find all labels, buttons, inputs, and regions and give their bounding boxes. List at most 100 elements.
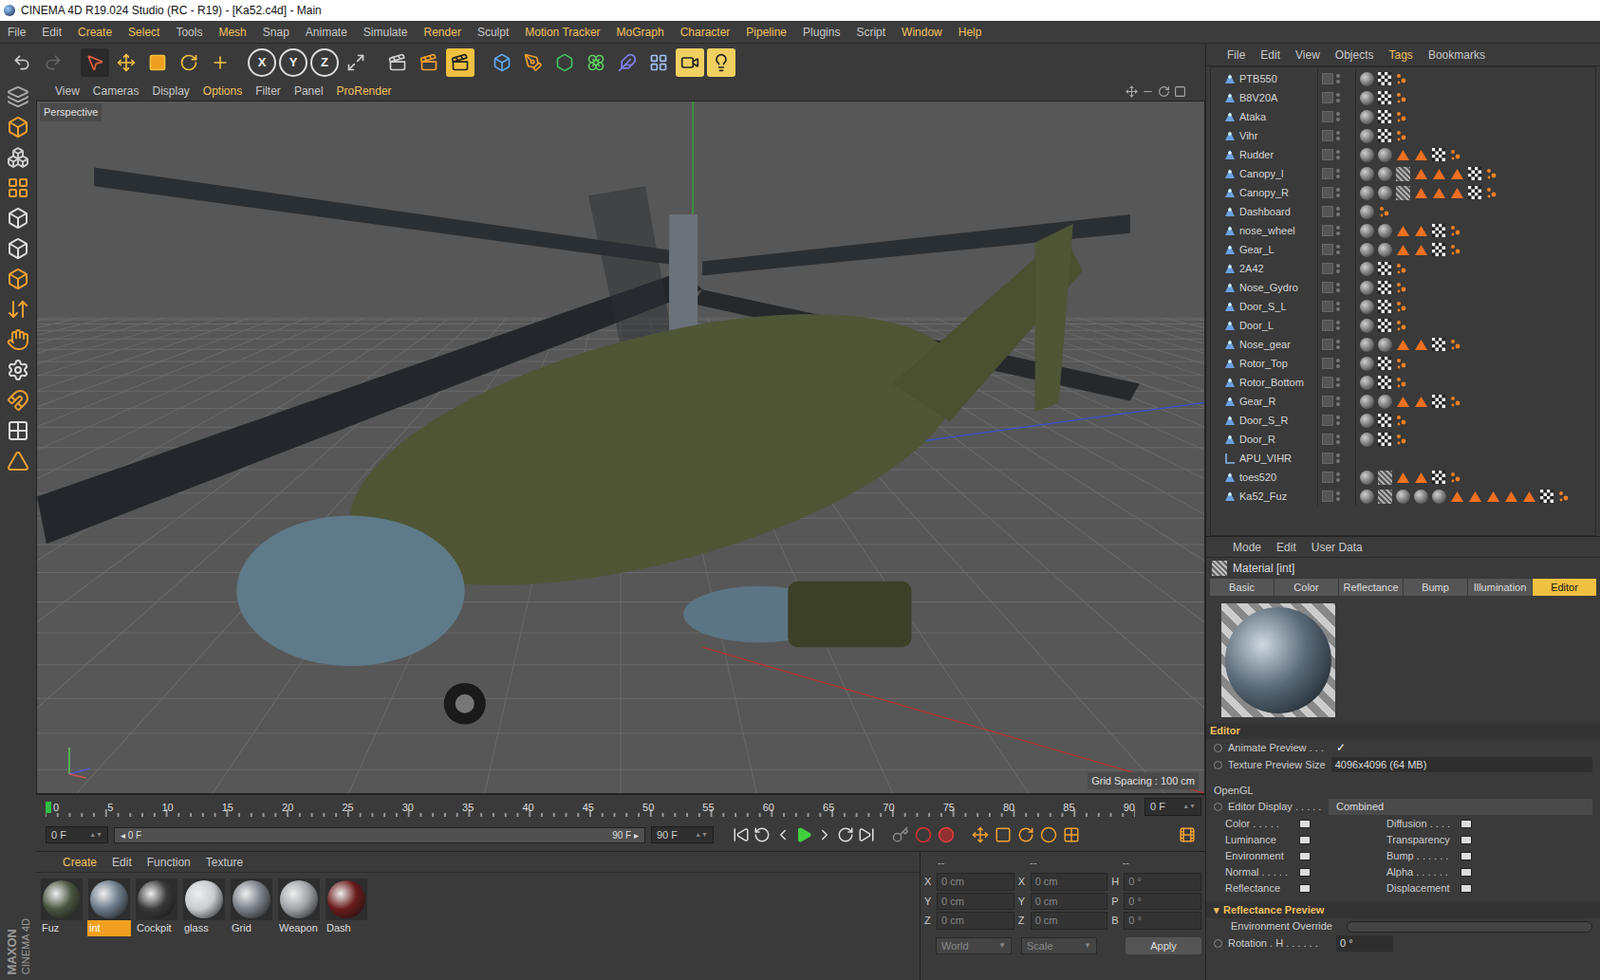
link-field[interactable] bbox=[1346, 921, 1593, 933]
editor-visibility-icon[interactable] bbox=[1336, 206, 1340, 211]
checker-tag-icon[interactable] bbox=[1432, 337, 1446, 352]
texture-size-dropdown[interactable]: 4096x4096 (64 MB) bbox=[1331, 757, 1593, 774]
render-visibility-icon[interactable] bbox=[1336, 402, 1340, 407]
checker-tag-icon[interactable] bbox=[1468, 167, 1482, 181]
material-tag-icon[interactable] bbox=[1377, 186, 1393, 201]
object-row[interactable]: Door_R bbox=[1210, 429, 1596, 449]
phong-tag-icon[interactable] bbox=[1557, 489, 1571, 503]
tab[interactable]: Basic bbox=[1209, 578, 1274, 596]
object-row[interactable]: 2A42 bbox=[1210, 259, 1596, 279]
editor-visibility-icon[interactable] bbox=[1336, 168, 1340, 173]
phong-tag-icon[interactable] bbox=[1395, 280, 1409, 295]
cube-button[interactable] bbox=[487, 48, 517, 77]
phong-tag-icon[interactable] bbox=[1449, 470, 1463, 484]
checker-tag-icon[interactable] bbox=[1432, 470, 1446, 484]
editor-visibility-icon[interactable] bbox=[1336, 472, 1340, 477]
menu-item[interactable]: Plugins bbox=[802, 23, 840, 41]
coordinate-field[interactable]: 0 ° bbox=[1123, 873, 1202, 892]
editor-visibility-icon[interactable] bbox=[1336, 377, 1340, 382]
material-preview[interactable] bbox=[1221, 603, 1336, 718]
menu-item[interactable]: Snap bbox=[262, 23, 290, 41]
texture-tag-icon[interactable] bbox=[1377, 470, 1393, 485]
channel-toggle-icon[interactable] bbox=[1460, 868, 1472, 877]
menu-item[interactable]: Tags bbox=[1389, 46, 1414, 64]
menu-item[interactable]: Pipeline bbox=[745, 23, 787, 41]
editor-visibility-icon[interactable] bbox=[1336, 453, 1340, 458]
checker-tag-icon[interactable] bbox=[1377, 91, 1392, 105]
model-mode-icon[interactable] bbox=[6, 115, 30, 139]
record-icon[interactable] bbox=[914, 826, 932, 844]
checker-tag-icon[interactable] bbox=[1377, 375, 1392, 390]
menu-item[interactable]: Select bbox=[128, 23, 160, 41]
uvw-tag-icon[interactable] bbox=[1450, 167, 1465, 182]
channel-toggle-icon[interactable] bbox=[1460, 852, 1472, 861]
material-tag-icon[interactable] bbox=[1359, 91, 1375, 106]
axis-lock-button[interactable]: Z bbox=[310, 48, 339, 77]
editor-visibility-icon[interactable] bbox=[1336, 339, 1340, 344]
checker-tag-icon[interactable] bbox=[1432, 242, 1446, 257]
menu-item[interactable]: Edit bbox=[1276, 539, 1297, 557]
planar-workplane-icon[interactable] bbox=[6, 449, 30, 473]
editor-visibility-icon[interactable] bbox=[1336, 320, 1340, 325]
playhead[interactable] bbox=[45, 801, 52, 814]
menu-item[interactable]: Help bbox=[958, 23, 983, 41]
layer-icon[interactable] bbox=[1321, 357, 1334, 370]
render-visibility-icon[interactable] bbox=[1336, 345, 1340, 350]
previous-key-icon[interactable] bbox=[753, 826, 771, 844]
menu-item[interactable]: Create bbox=[62, 854, 97, 872]
deformer-button[interactable] bbox=[613, 48, 642, 77]
orbit-view-icon[interactable] bbox=[1157, 85, 1171, 98]
layer-icon[interactable] bbox=[1321, 148, 1334, 161]
menu-item[interactable]: Function bbox=[147, 854, 191, 872]
layer-icon[interactable] bbox=[1321, 433, 1334, 446]
object-row[interactable]: Canopy_R bbox=[1210, 183, 1596, 203]
menu-item[interactable]: Simulate bbox=[363, 23, 409, 41]
uvw-tag-icon[interactable] bbox=[1413, 148, 1429, 163]
checker-tag-icon[interactable] bbox=[1432, 394, 1446, 409]
material-tag-icon[interactable] bbox=[1359, 356, 1375, 372]
material-tag-icon[interactable] bbox=[1359, 223, 1375, 239]
material-tag-icon[interactable] bbox=[1359, 489, 1375, 504]
material-tag-icon[interactable] bbox=[1377, 167, 1393, 182]
scale-tool-button[interactable] bbox=[143, 48, 172, 77]
channel-toggle-icon[interactable] bbox=[1299, 836, 1311, 845]
checker-tag-icon[interactable] bbox=[1377, 72, 1392, 86]
material-swatch[interactable]: Fuz bbox=[39, 878, 84, 937]
apply-button[interactable]: Apply bbox=[1125, 937, 1202, 955]
render-visibility-icon[interactable] bbox=[1336, 174, 1340, 179]
undo-button[interactable] bbox=[7, 48, 37, 77]
material-tag-icon[interactable] bbox=[1359, 337, 1375, 353]
axis-lock-button[interactable]: X bbox=[247, 48, 277, 77]
object-row[interactable]: Door_L bbox=[1210, 316, 1596, 335]
dropdown[interactable]: Scale▼ bbox=[1021, 937, 1098, 956]
phong-tag-icon[interactable] bbox=[1485, 167, 1499, 181]
editor-visibility-icon[interactable] bbox=[1336, 396, 1340, 401]
channel-toggle-icon[interactable] bbox=[1299, 884, 1311, 894]
key-pla-icon[interactable] bbox=[1062, 826, 1080, 844]
phong-tag-icon[interactable] bbox=[1395, 299, 1409, 314]
menu-item[interactable]: Sculpt bbox=[477, 23, 509, 41]
timeline-ruler[interactable]: 0510152025303540455055606570758085900 F▲… bbox=[36, 794, 1206, 819]
uvw-tag-icon[interactable] bbox=[1450, 489, 1465, 504]
channel-toggle-icon[interactable] bbox=[1460, 884, 1472, 894]
uvw-tag-icon[interactable] bbox=[1413, 242, 1429, 258]
phong-tag-icon[interactable] bbox=[1395, 72, 1409, 86]
render-visibility-icon[interactable] bbox=[1336, 231, 1340, 236]
menu-item[interactable]: User Data bbox=[1311, 539, 1363, 557]
checker-tag-icon[interactable] bbox=[1377, 280, 1392, 295]
key-param-icon[interactable] bbox=[1040, 826, 1058, 844]
material-swatch[interactable]: glass bbox=[182, 878, 226, 937]
object-row[interactable]: B8V20A bbox=[1210, 88, 1596, 108]
group-header[interactable]: ▾Reflectance Preview bbox=[1206, 902, 1600, 919]
render-visibility-icon[interactable] bbox=[1336, 250, 1340, 255]
menu-item[interactable]: Edit bbox=[41, 23, 62, 41]
material-tag-icon[interactable] bbox=[1359, 167, 1375, 182]
render-visibility-icon[interactable] bbox=[1336, 326, 1340, 331]
layer-icon[interactable] bbox=[1321, 111, 1334, 123]
points-mode-icon[interactable] bbox=[6, 206, 30, 230]
previous-frame-icon[interactable] bbox=[774, 826, 792, 844]
object-row[interactable]: nose_wheel bbox=[1210, 221, 1596, 241]
timeline-window-icon[interactable] bbox=[1178, 826, 1196, 844]
material-swatch[interactable]: int bbox=[87, 878, 131, 937]
editor-visibility-icon[interactable] bbox=[1336, 225, 1340, 230]
